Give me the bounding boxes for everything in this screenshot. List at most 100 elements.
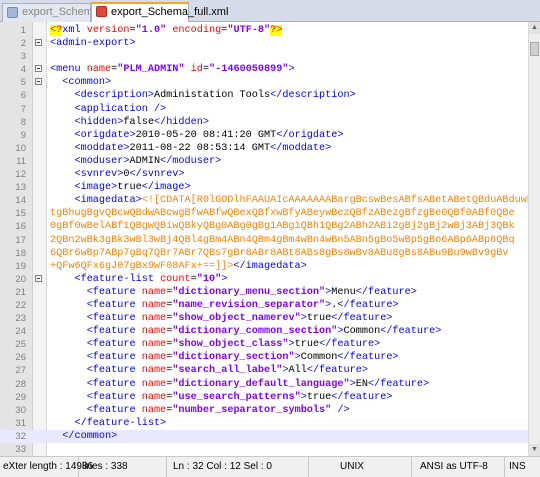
token-val: "1.0" bbox=[135, 25, 173, 36]
token-tag: </feature> bbox=[355, 286, 417, 298]
code-line[interactable]: 13 <image>true</image> bbox=[0, 181, 528, 194]
tab-export-schema[interactable]: export_Schema.xml bbox=[2, 3, 119, 22]
code-line[interactable]: 16 0gBf0wBelABf1QBgwQBiwQBkyQBg0ABg0gBg1A… bbox=[0, 220, 528, 233]
line-number: 26 bbox=[15, 352, 26, 364]
line-code: +QFw6QFx6gJ07gBx9wF08AFx+==]]></imagedat… bbox=[50, 260, 528, 273]
code-line[interactable]: 30 <feature name="number_separator_symbo… bbox=[0, 404, 528, 417]
token-tag: <application /> bbox=[74, 103, 167, 115]
fold-toggle-icon[interactable] bbox=[35, 65, 42, 73]
token-val: "dictionary_common_section" bbox=[172, 326, 338, 338]
token-tag: <imagedata> bbox=[74, 195, 142, 207]
scrollbar-thumb[interactable] bbox=[530, 42, 539, 56]
code-line[interactable]: 10 <moddate>2011-08-22 08:53:14 GMT</mod… bbox=[0, 142, 528, 155]
code-line[interactable]: 1 <?xml version="1.0" encoding="UTF-8"?> bbox=[0, 24, 528, 37]
token-val: "show_object_namerev" bbox=[172, 313, 301, 325]
line-number: 21 bbox=[15, 286, 26, 298]
code-line[interactable]: 18 6QBr6wBp7ABp7gBq7QBr7ABr7QBs7gBr8ABr8A… bbox=[0, 247, 528, 260]
line-number: 13 bbox=[15, 182, 26, 194]
code-line[interactable]: 20 <feature-list count="10"> bbox=[0, 273, 528, 286]
token-tag: <feature bbox=[86, 378, 142, 390]
code-line[interactable]: 29 <feature name="use_search_patterns">t… bbox=[0, 391, 528, 404]
token-pi: <? bbox=[50, 25, 63, 36]
token-tag: </feature> bbox=[337, 299, 399, 311]
status-insert-mode[interactable]: INS bbox=[505, 457, 540, 477]
status-eol[interactable]: UNIX bbox=[309, 457, 412, 477]
line-number: 15 bbox=[15, 208, 26, 220]
token-val: "10" bbox=[196, 273, 222, 285]
code-line[interactable]: 9 <origdate>2010-05-20 08:41:20 GMT</ori… bbox=[0, 129, 528, 142]
line-number: 7 bbox=[20, 103, 26, 115]
code-line[interactable]: 22 <feature name="name_revision_separato… bbox=[0, 299, 528, 312]
line-code: <feature name="show_object_class">true</… bbox=[50, 338, 528, 351]
token-tag: </svnrev> bbox=[129, 169, 185, 181]
code-line[interactable]: 23 <feature name="show_object_namerev">t… bbox=[0, 312, 528, 325]
token-tag: <feature bbox=[86, 299, 142, 311]
token-cdata: <![CDATA[R0lGODlhFAAUAIcAAAAAAABargBcswB… bbox=[141, 195, 528, 207]
token-tag: </feature> bbox=[306, 365, 368, 377]
status-encoding[interactable]: ANSI as UTF-8 bbox=[412, 457, 505, 477]
token-val: "dictionary_section" bbox=[172, 352, 295, 364]
code-line[interactable]: 25 <feature name="show_object_class">tru… bbox=[0, 338, 528, 351]
code-line[interactable]: 26 <feature name="dictionary_section">Co… bbox=[0, 351, 528, 364]
code-line[interactable]: 17 2QBn2wBk3gBk3wBl3wBj4QBl4gBm4ABn4QBm4g… bbox=[0, 234, 528, 247]
token-val: "PLM_ADMIN" bbox=[117, 64, 191, 76]
code-line[interactable]: 5 <common> bbox=[0, 76, 528, 89]
token-val: "name_revision_separator" bbox=[172, 299, 326, 311]
code-line[interactable]: 4 <menu name="PLM_ADMIN" id="-1460050899"… bbox=[0, 63, 528, 76]
code-line[interactable]: 27 <feature name="search_all_label">All<… bbox=[0, 364, 528, 377]
code-line[interactable]: 31 </feature-list> bbox=[0, 417, 528, 430]
token-tag: </feature> bbox=[380, 326, 442, 338]
token-txt: Menu bbox=[331, 286, 356, 298]
token-cdata: +QFw6QFx6gJ07gBx9wF08AFx+==]]> bbox=[50, 260, 234, 272]
code-line[interactable]: 24 <feature name="dictionary_common_sect… bbox=[0, 325, 528, 338]
line-number: 5 bbox=[20, 77, 26, 89]
token-txt: 2010-05-20 08:41:20 GMT bbox=[135, 129, 277, 141]
code-line[interactable]: 8 <hidden>false</hidden> bbox=[0, 116, 528, 129]
code-line[interactable]: 6 <description>Administation Tools</desc… bbox=[0, 89, 528, 102]
code-line[interactable]: 32 </common> bbox=[0, 429, 528, 443]
line-code: <imagedata><![CDATA[R0lGODlhFAAUAIcAAAAA… bbox=[50, 194, 528, 207]
scroll-down-icon[interactable]: ▼ bbox=[529, 444, 540, 456]
code-editor[interactable]: 1 <?xml version="1.0" encoding="UTF-8"?> 2… bbox=[0, 22, 540, 457]
code-line[interactable]: 11 <moduser>ADMIN</moduser> bbox=[0, 155, 528, 168]
token-cdata: 0gBf0wBelABf1QBgwQBiwQBkyQBg0ABg0gBg1ABg… bbox=[50, 221, 515, 233]
code-lines: 1 <?xml version="1.0" encoding="UTF-8"?> 2… bbox=[0, 24, 528, 456]
fold-toggle-icon[interactable] bbox=[35, 39, 42, 47]
line-code: <feature name="use_search_patterns">true… bbox=[50, 391, 528, 404]
line-code: tgBhugBgvQBcwQBdwABcwgBfwABfwQBexQBfxwBf… bbox=[50, 207, 528, 220]
code-line[interactable]: 21 <feature name="dictionary_menu_sectio… bbox=[0, 286, 528, 299]
code-line[interactable]: 19 +QFw6QFx6gJ07gBx9wF08AFx+==]]></imaged… bbox=[0, 260, 528, 273]
token-attr: name bbox=[141, 299, 167, 311]
tab-export-schema-full[interactable]: export_Schema_full.xml bbox=[91, 2, 228, 23]
token-tag: <feature bbox=[86, 391, 142, 403]
code-line[interactable]: 14 <imagedata><![CDATA[R0lGODlhFAAUAIcAA… bbox=[0, 194, 528, 207]
code-line[interactable]: 28 <feature name="dictionary_default_lan… bbox=[0, 378, 528, 391]
fold-toggle-icon[interactable] bbox=[35, 274, 42, 282]
token-tag: <svnrev> bbox=[74, 169, 124, 181]
code-line[interactable]: 33 bbox=[0, 443, 528, 456]
token-tag: </moduser> bbox=[160, 155, 222, 167]
status-bar: eXter length : 14986 lines : 338 Ln : 32… bbox=[0, 457, 540, 477]
line-number: 29 bbox=[15, 391, 26, 403]
code-line[interactable]: 2 <admin-export> bbox=[0, 37, 528, 50]
token-val: "number_separator_symbols" bbox=[172, 404, 338, 416]
vertical-scrollbar[interactable]: ▲ ▼ bbox=[528, 22, 540, 456]
line-code: <image>true</image> bbox=[50, 181, 528, 194]
token-tag: <feature bbox=[86, 365, 142, 377]
token-val: "-1460050899" bbox=[209, 64, 289, 76]
line-number: 2 bbox=[20, 38, 26, 50]
code-line[interactable]: 12 <svnrev>0</svnrev> bbox=[0, 168, 528, 181]
token-tag: </hidden> bbox=[153, 116, 209, 128]
fold-toggle-icon[interactable] bbox=[35, 78, 42, 86]
code-line[interactable]: 3 bbox=[0, 50, 528, 63]
line-number: 10 bbox=[15, 142, 26, 154]
code-line[interactable]: 7 <application /> bbox=[0, 103, 528, 116]
line-code: <feature name="dictionary_section">Commo… bbox=[50, 351, 528, 364]
code-line[interactable]: 15 tgBhugBgvQBcwQBdwABcwgBfwABfwQBexQBfxw… bbox=[0, 207, 528, 220]
scroll-up-icon[interactable]: ▲ bbox=[529, 22, 540, 34]
token-tag: /> bbox=[337, 404, 350, 416]
